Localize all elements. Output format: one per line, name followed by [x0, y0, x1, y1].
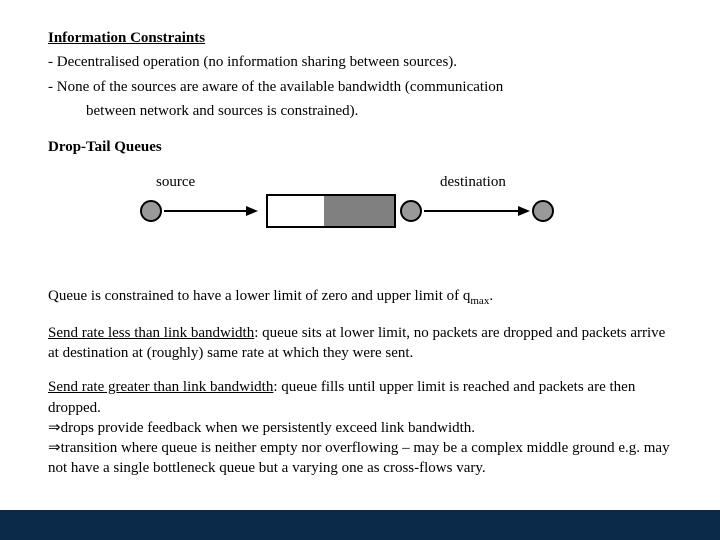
footer-bar: [0, 510, 720, 540]
heading-drop-tail: Drop-Tail Queues: [48, 139, 672, 156]
queue-fill: [324, 196, 394, 226]
scenario-greater-block: Send rate greater than link bandwidth: q…: [48, 377, 672, 478]
bullet-bandwidth-line2: between network and sources is constrain…: [48, 101, 672, 121]
queue-line-sub: max: [470, 295, 489, 307]
scenario-greater-title: Send rate greater than link bandwidth: [48, 379, 273, 395]
arrow-head-icon: [246, 206, 258, 216]
bullet-bandwidth-line1: - None of the sources are aware of the a…: [48, 77, 672, 97]
arrow-to-queue: [164, 210, 246, 212]
source-node-icon: [140, 200, 162, 222]
implication-transition: ⇒transition where queue is neither empty…: [48, 438, 672, 479]
implication-drops: ⇒drops provide feedback when we persiste…: [48, 418, 672, 438]
queue-constraint-text: Queue is constrained to have a lower lim…: [48, 286, 672, 309]
queue-diagram: source destination: [48, 174, 672, 264]
label-destination: destination: [440, 174, 506, 191]
bullet-decentralised: - Decentralised operation (no informatio…: [48, 52, 672, 72]
queue-line-pre: Queue is constrained to have a lower lim…: [48, 288, 470, 304]
label-source: source: [156, 174, 195, 191]
arrow-to-destination: [424, 210, 518, 212]
queue-output-node-icon: [400, 200, 422, 222]
scenario-less-block: Send rate less than link bandwidth: queu…: [48, 323, 672, 364]
destination-node-icon: [532, 200, 554, 222]
heading-info-constraints: Information Constraints: [48, 30, 205, 46]
queue-line-post: .: [489, 288, 493, 304]
arrow-head-icon: [518, 206, 530, 216]
scenario-less-title: Send rate less than link bandwidth: [48, 325, 254, 341]
